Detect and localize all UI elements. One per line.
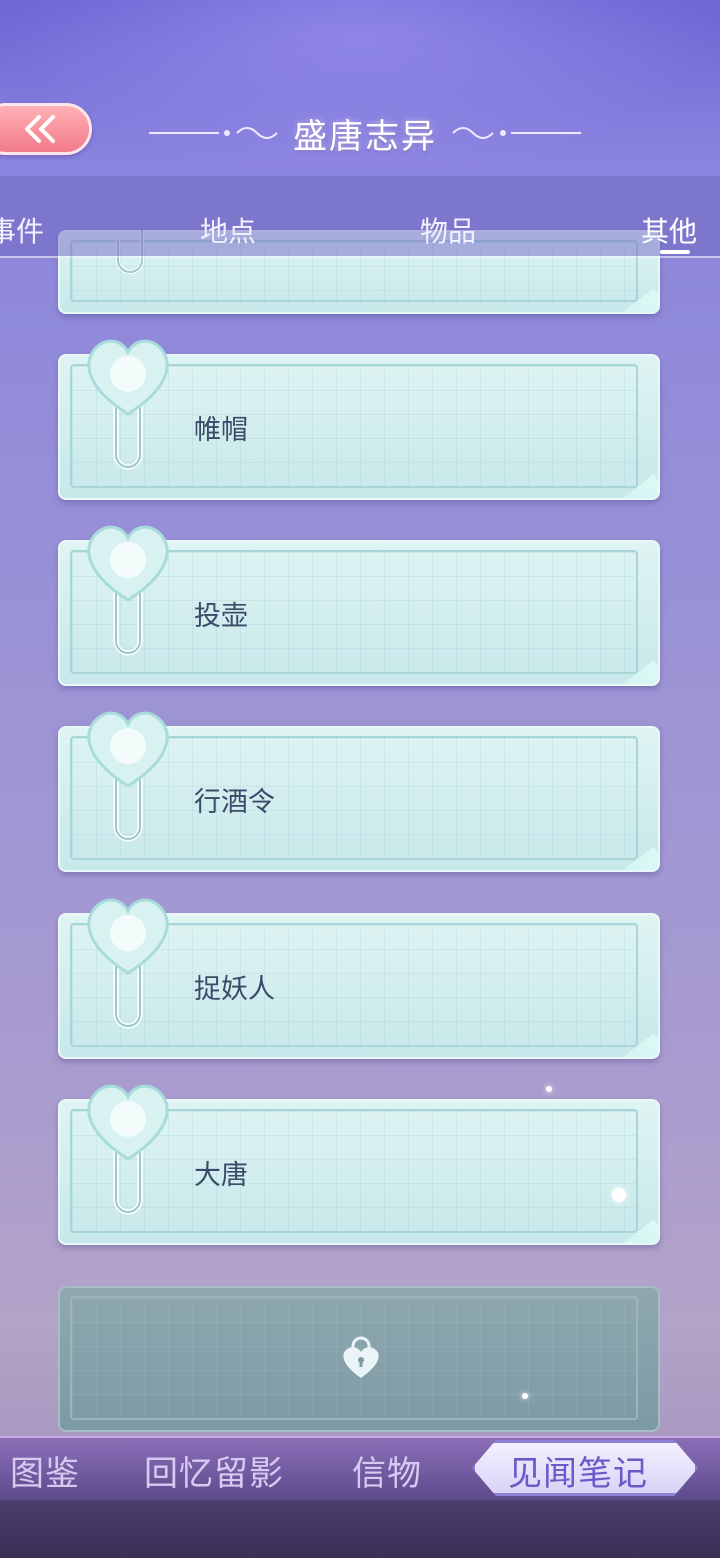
- tab-items-label[interactable]: 物品: [420, 210, 476, 250]
- sparkle: [522, 1393, 528, 1399]
- bottom-nav-gallery[interactable]: 图鉴: [10, 1446, 80, 1495]
- app-root: 盛唐志异 事件 地点 物品 其他 事件 地点 物品 其他 帷帽 投壶: [0, 0, 720, 1558]
- tab-others-label[interactable]: 其他: [641, 210, 697, 250]
- tab-divider-line: [0, 256, 720, 258]
- heart-lock-icon: [343, 1336, 379, 1378]
- entry-label: 捉妖人: [194, 974, 275, 1005]
- ornament-right-icon: [451, 123, 581, 143]
- entry-label: 帷帽: [194, 415, 248, 446]
- sparkle: [546, 1086, 552, 1092]
- tab-active-underline: [660, 250, 690, 254]
- heart-clip-icon: [87, 898, 169, 1029]
- heart-clip-icon: [87, 525, 169, 656]
- ornament-left-icon: [149, 123, 279, 143]
- bottom-nav-tokens[interactable]: 信物: [352, 1446, 422, 1495]
- title-area: 盛唐志异: [130, 108, 600, 158]
- footer-bar: [0, 1500, 720, 1558]
- bottom-nav-memories[interactable]: 回忆留影: [144, 1446, 284, 1495]
- double-chevron-left-icon: [25, 115, 55, 143]
- heart-clip-icon: [87, 339, 169, 470]
- tab-events-label[interactable]: 事件: [0, 210, 44, 250]
- locked-entry-card: [58, 1286, 660, 1432]
- tab-locations-label[interactable]: 地点: [200, 210, 256, 250]
- back-button[interactable]: [0, 103, 92, 155]
- entry-label: 行酒令: [194, 787, 275, 818]
- header: 盛唐志异: [0, 0, 720, 176]
- page-title: 盛唐志异: [293, 116, 437, 157]
- heart-clip-icon: [87, 1084, 169, 1215]
- flower-sparkle: [612, 1188, 626, 1202]
- entry-label: 大唐: [194, 1160, 248, 1191]
- bottom-nav-notes[interactable]: 见闻笔记: [508, 1446, 648, 1495]
- tab-bar-overlay: [0, 176, 720, 256]
- entry-label: 投壶: [194, 601, 248, 632]
- heart-clip-icon: [87, 711, 169, 842]
